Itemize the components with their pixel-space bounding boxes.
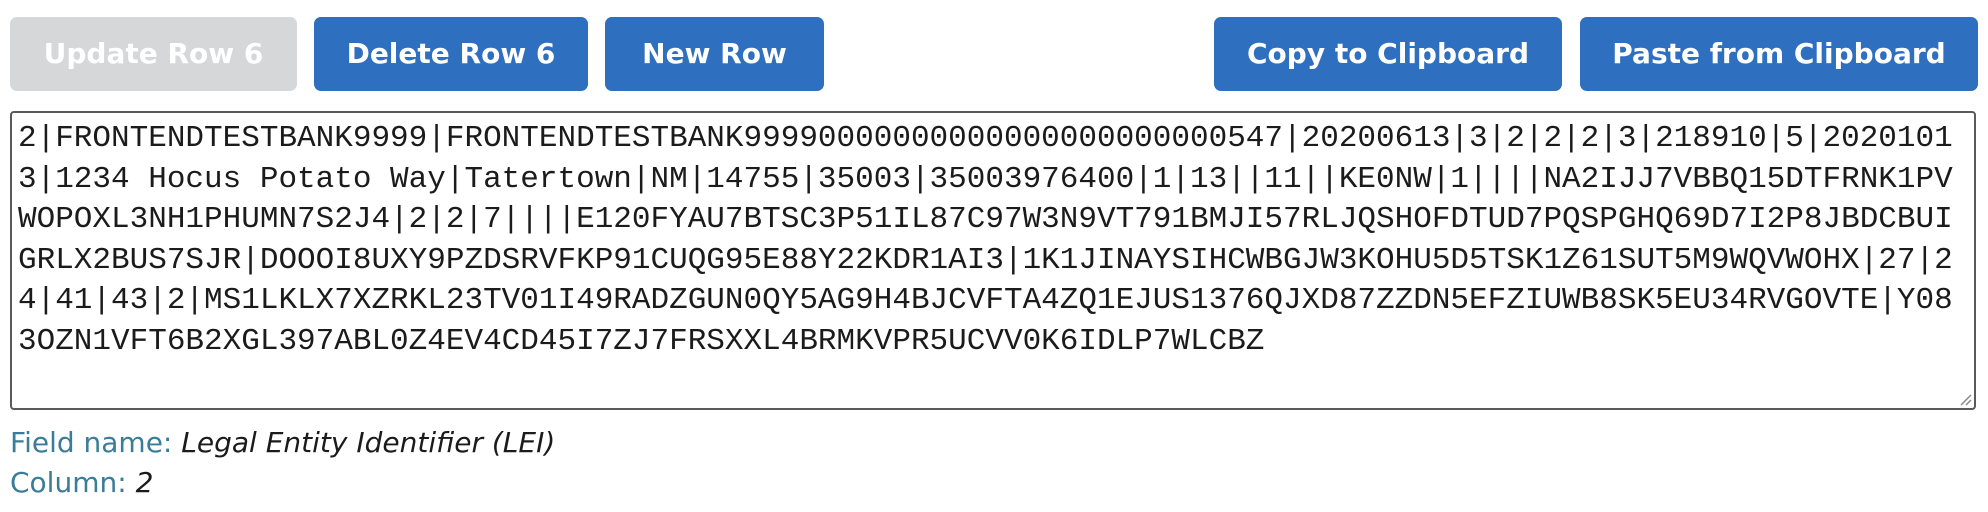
field-name-label: Field name:	[10, 426, 173, 459]
field-name-row: Field name: Legal Entity Identifier (LEI…	[10, 426, 555, 460]
update-row-button[interactable]: Update Row 6	[10, 17, 297, 91]
row-text-editor[interactable]: 2|FRONTENDTESTBANK9999|FRONTENDTESTBANK9…	[10, 111, 1976, 410]
delete-row-button[interactable]: Delete Row 6	[314, 17, 588, 91]
row-text-content[interactable]: 2|FRONTENDTESTBANK9999|FRONTENDTESTBANK9…	[12, 113, 1974, 362]
resize-handle-icon[interactable]	[1958, 392, 1972, 406]
column-row: Column: 2	[10, 466, 153, 500]
toolbar: Update Row 6 Delete Row 6 New Row Copy t…	[10, 17, 1978, 92]
column-label: Column:	[10, 466, 127, 499]
field-name-value: Legal Entity Identifier (LEI)	[181, 426, 556, 459]
new-row-button[interactable]: New Row	[605, 17, 824, 91]
column-value: 2	[135, 466, 154, 499]
copy-to-clipboard-button[interactable]: Copy to Clipboard	[1214, 17, 1562, 91]
paste-from-clipboard-button[interactable]: Paste from Clipboard	[1580, 17, 1978, 91]
